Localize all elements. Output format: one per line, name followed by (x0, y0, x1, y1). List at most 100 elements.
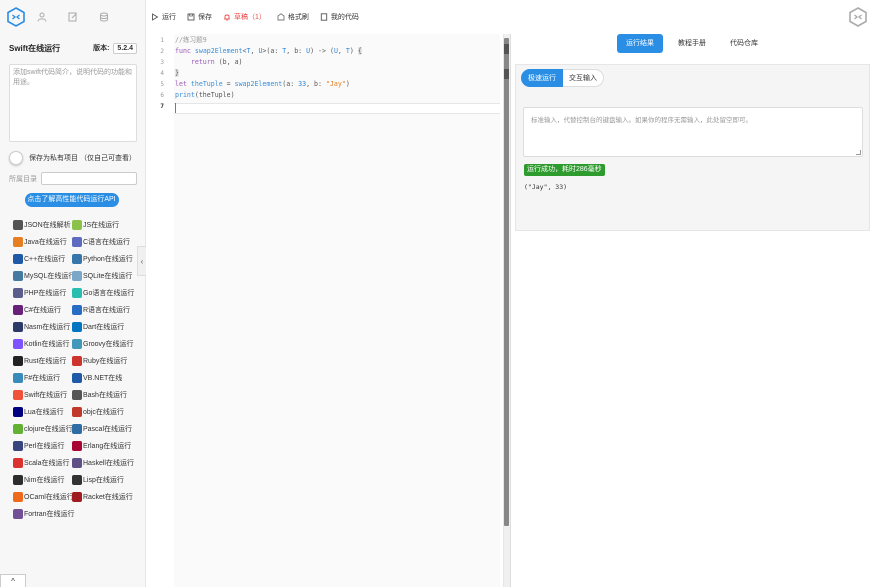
ruby-icon (72, 356, 82, 366)
language-link[interactable]: Go语言在线运行 (72, 288, 139, 298)
line-number: 3 (160, 59, 164, 66)
private-label: 保存为私有项目 （仅自己可查看） (29, 155, 136, 162)
language-link[interactable]: SQLite在线运行 (72, 271, 139, 281)
language-label: Groovy在线运行 (83, 341, 134, 348)
draft-label: 草稿（1） (234, 14, 266, 21)
code-editor[interactable]: 1 2 3 4 5 6 7 //练习题9 func swap2Element<T, U>(a… (146, 34, 510, 587)
edit-icon[interactable] (57, 12, 88, 22)
language-link[interactable]: JS在线运行 (72, 220, 139, 230)
nodejs-icon (72, 220, 82, 230)
save-icon (187, 13, 195, 21)
language-label: C#在线运行 (24, 307, 61, 314)
scroll-marker (504, 69, 509, 79)
language-label: Nasm在线运行 (24, 324, 71, 331)
run-status-badge: 运行成功，耗时286毫秒 (524, 164, 605, 176)
language-link[interactable]: Racket在线运行 (72, 492, 139, 502)
language-link[interactable]: R语言在线运行 (72, 305, 139, 315)
line-number: 4 (160, 70, 164, 77)
editor-scroll-thumb[interactable] (504, 38, 509, 526)
collapse-sidebar-handle[interactable]: ‹ (137, 246, 146, 276)
run-button[interactable]: 运行 (151, 12, 176, 22)
language-link[interactable]: MySQL在线运行 (13, 271, 75, 281)
dart-icon (72, 322, 82, 332)
version-select[interactable]: 5.2.4 (113, 42, 137, 54)
database-icon[interactable] (88, 12, 119, 22)
language-link[interactable]: Lua在线运行 (13, 407, 72, 417)
language-label: Kotlin在线运行 (24, 341, 70, 348)
language-label: Lisp在线运行 (83, 477, 124, 484)
draft-button[interactable]: 草稿（1） (223, 12, 266, 22)
language-link[interactable]: Rust在线运行 (13, 356, 72, 366)
mysql-icon (13, 271, 23, 281)
language-label: Scala在线运行 (24, 460, 70, 467)
code-area[interactable] (174, 34, 500, 587)
language-link[interactable]: clojure在线运行 (13, 424, 73, 434)
tab-fast-run[interactable]: 极速运行 (521, 69, 563, 87)
tab-run-result[interactable]: 运行结果 (617, 34, 663, 53)
file-icon (320, 13, 328, 21)
language-link[interactable]: Lisp在线运行 (72, 475, 139, 485)
format-button[interactable]: 格式刷 (277, 12, 309, 22)
language-link[interactable]: Python在线运行 (72, 254, 139, 264)
brush-icon (277, 13, 285, 21)
language-link[interactable]: objc在线运行 (72, 407, 139, 417)
pascal-icon (72, 424, 82, 434)
language-link[interactable]: C语言在线运行 (72, 237, 139, 247)
swift-icon (13, 390, 23, 400)
language-link[interactable]: Java在线运行 (13, 237, 72, 247)
logo-icon[interactable] (6, 7, 26, 27)
expand-bottom-handle[interactable]: ^ (0, 574, 26, 587)
private-toggle[interactable] (9, 151, 23, 165)
lua-icon (13, 407, 23, 417)
language-link[interactable]: Groovy在线运行 (72, 339, 139, 349)
json-icon (13, 220, 23, 230)
language-link[interactable]: VB.NET在线 (72, 373, 139, 383)
language-label: OCaml在线运行 (24, 494, 74, 501)
api-info-button[interactable]: 点击了解高性能代码运行API (24, 193, 119, 207)
racket-icon (72, 492, 82, 502)
language-link[interactable]: PHP在线运行 (13, 288, 72, 298)
language-link[interactable]: Haskell在线运行 (72, 458, 139, 468)
stdin-textarea[interactable]: 标准输入，代替控制台的键盘输入。如果你的程序无需输入，此处留空即可。 (523, 107, 863, 157)
language-link[interactable]: OCaml在线运行 (13, 492, 74, 502)
language-link[interactable]: Nim在线运行 (13, 475, 72, 485)
user-icon[interactable] (26, 12, 57, 22)
language-link[interactable]: Scala在线运行 (13, 458, 72, 468)
language-link[interactable]: C++在线运行 (13, 254, 72, 264)
mycode-button[interactable]: 我的代码 (320, 12, 359, 22)
run-mode-tabs: 极速运行 交互输入 (521, 69, 869, 87)
description-textarea[interactable]: 添加swift代码简介，说明代码的功能和用途。 (9, 64, 137, 142)
language-link[interactable]: JSON在线解析 (13, 220, 72, 230)
language-link[interactable]: Nasm在线运行 (13, 322, 72, 332)
tab-interactive-input[interactable]: 交互输入 (563, 69, 604, 87)
editor-scrollbar[interactable] (503, 34, 510, 587)
language-link[interactable]: Fortran在线运行 (13, 509, 75, 519)
fortran-icon (13, 509, 23, 519)
language-link[interactable]: C#在线运行 (13, 305, 72, 315)
language-link[interactable]: Erlang在线运行 (72, 441, 139, 451)
language-label: Go语言在线运行 (83, 290, 135, 297)
language-label: Python在线运行 (83, 256, 133, 263)
project-title: Swift在线运行 (9, 43, 61, 53)
language-link[interactable]: Kotlin在线运行 (13, 339, 72, 349)
line-number: 5 (160, 81, 164, 88)
scala-icon (13, 458, 23, 468)
save-button[interactable]: 保存 (187, 12, 212, 22)
language-label: clojure在线运行 (24, 426, 73, 433)
directory-input[interactable] (41, 172, 137, 185)
resize-grip-icon[interactable] (856, 150, 861, 155)
language-link[interactable]: Dart在线运行 (72, 322, 139, 332)
tab-repository[interactable]: 代码仓库 (721, 34, 767, 53)
language-link[interactable]: F#在线运行 (13, 373, 72, 383)
rust-icon (13, 356, 23, 366)
language-link[interactable]: Bash在线运行 (72, 390, 139, 400)
language-link[interactable]: Pascal在线运行 (72, 424, 139, 434)
language-link[interactable]: Swift在线运行 (13, 390, 72, 400)
language-link[interactable]: Perl在线运行 (13, 441, 72, 451)
language-label: R语言在线运行 (83, 307, 131, 314)
language-link[interactable]: Ruby在线运行 (72, 356, 139, 366)
chevron-left-icon: ‹ (140, 256, 144, 266)
line-gutter: 1 2 3 4 5 6 7 (146, 34, 170, 587)
cpp-icon (13, 254, 23, 264)
tab-tutorial[interactable]: 教程手册 (669, 34, 715, 53)
